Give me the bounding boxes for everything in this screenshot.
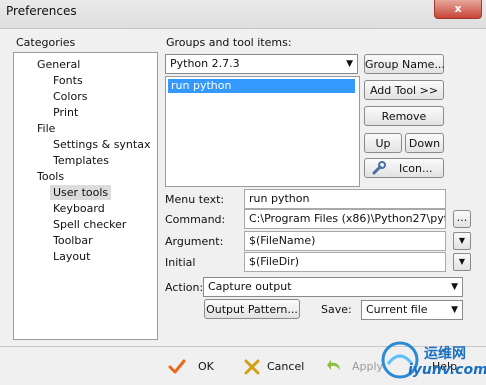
action-select-value: Capture output — [208, 280, 292, 293]
add-tool-button[interactable]: Add Tool >> — [364, 80, 444, 100]
sidebar-item-fonts[interactable]: Fonts — [50, 73, 86, 88]
wrench-icon — [371, 160, 387, 183]
sidebar-item-tools[interactable]: Tools — [34, 169, 67, 184]
action-label: Action: — [165, 281, 204, 294]
sidebar-item-user-tools[interactable]: User tools — [50, 185, 112, 200]
chevron-down-icon: ▼ — [451, 282, 458, 292]
sidebar-item-templates[interactable]: Templates — [50, 153, 112, 168]
sidebar-item-keyboard[interactable]: Keyboard — [50, 201, 108, 216]
title-bar: Preferences x — [0, 0, 486, 29]
categories-label: Categories — [16, 36, 76, 49]
menu-text-input[interactable]: run python — [244, 189, 446, 209]
command-label: Command: — [165, 213, 226, 226]
checkmark-icon — [168, 358, 186, 383]
sidebar-item-file[interactable]: File — [34, 121, 58, 136]
ok-label: OK — [198, 360, 214, 373]
watermark-text-en: iyunv.com — [408, 362, 486, 378]
sidebar-item-layout[interactable]: Layout — [50, 249, 93, 264]
initial-input[interactable]: $(FileDir) — [244, 252, 446, 272]
tool-items-list[interactable]: run python — [165, 76, 360, 187]
chevron-down-icon: ▼ — [458, 257, 466, 266]
cancel-label: Cancel — [267, 360, 305, 373]
close-icon — [243, 358, 261, 383]
sidebar-item-print[interactable]: Print — [50, 105, 81, 120]
group-name-button[interactable]: Group Name... — [364, 54, 445, 74]
sidebar-item-settings-syntax[interactable]: Settings & syntax — [50, 137, 153, 152]
command-browse-button[interactable]: ... — [453, 210, 471, 228]
preferences-window: Preferences x Categories General Fonts Col… — [0, 0, 486, 385]
save-label: Save: — [321, 303, 352, 316]
close-button[interactable]: x — [434, 0, 482, 19]
icon-button-label: Icon... — [399, 162, 433, 175]
remove-button[interactable]: Remove — [364, 106, 444, 126]
watermark-text-cn: 运维网 — [424, 346, 466, 362]
sidebar-item-toolbar[interactable]: Toolbar — [50, 233, 96, 248]
output-pattern-button[interactable]: Output Pattern... — [204, 299, 300, 319]
watermark: 运维网 iyunv.com — [380, 338, 486, 385]
window-title: Preferences — [6, 4, 77, 18]
apply-button[interactable]: Apply — [326, 357, 386, 377]
chevron-down-icon: ▼ — [458, 236, 466, 245]
action-select[interactable]: Capture output ▼ — [203, 277, 463, 297]
initial-dropdown-button[interactable]: ▼ — [453, 253, 471, 271]
chevron-down-icon: ▼ — [346, 59, 353, 69]
up-button[interactable]: Up — [364, 133, 402, 153]
categories-tree[interactable]: General Fonts Colors Print File Settings & sy… — [13, 52, 158, 340]
save-select[interactable]: Current file ▼ — [361, 300, 463, 320]
sidebar-item-colors[interactable]: Colors — [50, 89, 90, 104]
chevron-down-icon: ▼ — [451, 305, 458, 315]
argument-input[interactable]: $(FileName) — [244, 231, 446, 251]
sidebar-item-spell-checker[interactable]: Spell checker — [50, 217, 129, 232]
groups-label: Groups and tool items: — [166, 36, 292, 49]
argument-label: Argument: — [165, 235, 224, 248]
group-select[interactable]: Python 2.7.3 ▼ — [165, 54, 358, 74]
cancel-button[interactable]: Cancel — [243, 357, 309, 377]
list-item[interactable]: run python — [168, 79, 355, 93]
initial-label: Initial — [165, 256, 196, 269]
save-select-value: Current file — [366, 303, 428, 316]
group-select-value: Python 2.7.3 — [170, 57, 240, 70]
apply-label: Apply — [352, 360, 384, 373]
sidebar-item-general[interactable]: General — [34, 57, 83, 72]
ok-button[interactable]: OK — [168, 357, 228, 377]
apply-arrow-icon — [326, 358, 344, 383]
icon-button[interactable]: Icon... — [364, 158, 444, 178]
command-input[interactable]: C:\Program Files (x86)\Python27\pytho — [244, 209, 446, 229]
down-button[interactable]: Down — [405, 133, 444, 153]
argument-dropdown-button[interactable]: ▼ — [453, 232, 471, 250]
menu-text-label: Menu text: — [165, 193, 225, 206]
